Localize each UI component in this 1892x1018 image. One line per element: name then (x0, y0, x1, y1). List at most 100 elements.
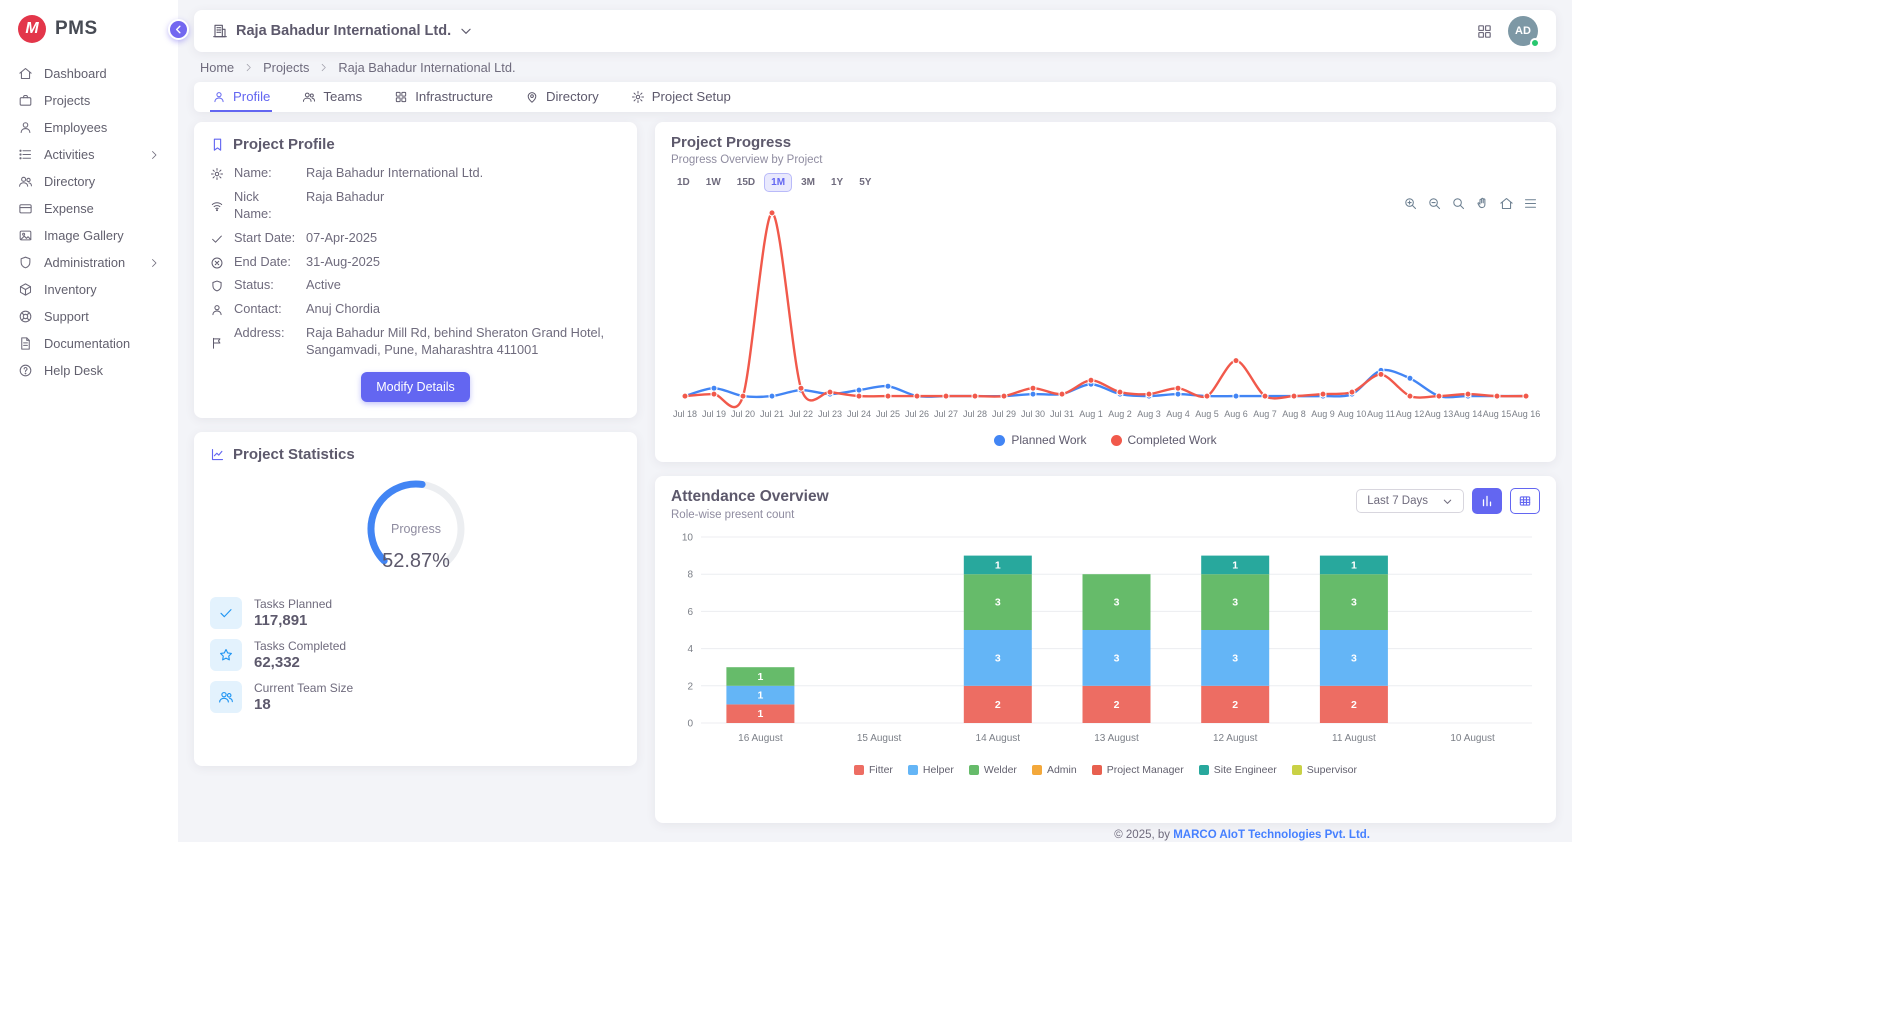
grid-icon (394, 90, 408, 104)
footer-link[interactable]: MARCO AIoT Technologies Pvt. Ltd. (1173, 829, 1370, 841)
svg-text:Jul 19: Jul 19 (702, 409, 726, 419)
field-value: 31-Aug-2025 (306, 254, 621, 271)
progress-legend: Planned Work Completed Work (671, 433, 1540, 447)
bar-chart-icon (1480, 494, 1494, 508)
breadcrumb-item-home[interactable]: Home (200, 60, 234, 75)
range-button-1m[interactable]: 1M (765, 174, 791, 191)
legend-site-engineer[interactable]: Site Engineer (1199, 764, 1277, 776)
zoom-out-icon (1427, 196, 1442, 211)
stat-tasks-planned: Tasks Planned117,891 (210, 597, 621, 629)
sidebar-item-image-gallery[interactable]: Image Gallery (0, 222, 178, 249)
range-button-3m[interactable]: 3M (795, 174, 821, 191)
svg-text:2: 2 (1232, 699, 1238, 711)
svg-text:Aug 8: Aug 8 (1282, 409, 1306, 419)
svg-text:Jul 22: Jul 22 (789, 409, 813, 419)
range-button-15d[interactable]: 15D (731, 174, 761, 191)
range-button-1w[interactable]: 1W (700, 174, 727, 191)
project-selector[interactable]: Raja Bahadur International Ltd. (212, 23, 473, 39)
svg-text:11 August: 11 August (1332, 733, 1376, 744)
apps-grid-button[interactable] (1476, 23, 1493, 40)
pan-icon (1475, 196, 1490, 211)
legend-supervisor[interactable]: Supervisor (1292, 764, 1357, 776)
pan-button[interactable] (1475, 196, 1490, 211)
svg-text:Aug 10: Aug 10 (1338, 409, 1367, 419)
table-view-toggle[interactable] (1510, 488, 1540, 514)
svg-text:2: 2 (1351, 699, 1357, 711)
sidebar-item-support[interactable]: Support (0, 303, 178, 330)
legend-welder[interactable]: Welder (969, 764, 1017, 776)
sidebar-item-label: Dashboard (44, 66, 107, 81)
map-pin-icon (525, 90, 539, 104)
right-column: Project Progress Progress Overview by Pr… (655, 122, 1556, 823)
field-value: Raja Bahadur Mill Rd, behind Sheraton Gr… (306, 325, 621, 359)
sidebar-item-expense[interactable]: Expense (0, 195, 178, 222)
progress-card-subtitle: Progress Overview by Project (671, 154, 1540, 166)
field-label: Status: (234, 277, 296, 294)
project-statistics-card: Project Statistics Progress52.87% Tasks … (194, 432, 637, 766)
header-actions: AD (1476, 16, 1538, 46)
menu-button[interactable] (1523, 196, 1538, 211)
sidebar-item-label: Documentation (44, 336, 130, 351)
svg-text:3: 3 (1232, 597, 1238, 609)
logo-letter: M (25, 20, 38, 38)
sidebar-collapse-button[interactable] (168, 19, 189, 40)
sidebar-item-help-desk[interactable]: Help Desk (0, 357, 178, 384)
project-progress-card: Project Progress Progress Overview by Pr… (655, 122, 1556, 462)
modify-details-button[interactable]: Modify Details (361, 372, 470, 402)
field-value: Raja Bahadur (306, 189, 621, 223)
breadcrumb-item-projects[interactable]: Projects (263, 60, 309, 75)
legend-helper[interactable]: Helper (908, 764, 954, 776)
legend-project-manager[interactable]: Project Manager (1092, 764, 1184, 776)
star-icon (218, 647, 234, 663)
range-button-1d[interactable]: 1D (671, 174, 696, 191)
svg-text:Progress: Progress (390, 522, 440, 536)
svg-text:6: 6 (687, 607, 693, 618)
logo-text: PMS (55, 18, 98, 40)
zoom-out-button[interactable] (1427, 196, 1442, 211)
breadcrumb-separator (318, 62, 329, 73)
sidebar-item-projects[interactable]: Projects (0, 87, 178, 114)
tab-project-setup[interactable]: Project Setup (629, 89, 733, 112)
progress-line-chart[interactable]: Jul 18Jul 19Jul 20Jul 21Jul 22Jul 23Jul … (671, 191, 1540, 428)
sidebar-item-directory[interactable]: Directory (0, 168, 178, 195)
legend-planned-work[interactable]: Planned Work (994, 433, 1086, 447)
home-button[interactable] (1499, 196, 1514, 211)
profile-field-end-date: End Date:31-Aug-2025 (210, 254, 621, 271)
legend-label: Fitter (869, 764, 893, 776)
tab-profile[interactable]: Profile (210, 89, 272, 112)
profile-field-nick-name: Nick Name:Raja Bahadur (210, 189, 621, 223)
shield-icon (18, 255, 33, 270)
attendance-bar-chart[interactable]: 024681011116 August15 August233114 Augus… (671, 529, 1540, 753)
svg-text:14 August: 14 August (976, 733, 1021, 744)
range-button-5y[interactable]: 5Y (853, 174, 877, 191)
svg-text:Jul 20: Jul 20 (731, 409, 755, 419)
chart-view-toggle[interactable] (1472, 488, 1502, 514)
tab-directory[interactable]: Directory (523, 89, 601, 112)
zoom-selection-button[interactable] (1451, 196, 1466, 211)
sidebar-item-label: Projects (44, 93, 90, 108)
sidebar-item-documentation[interactable]: Documentation (0, 330, 178, 357)
legend-fitter[interactable]: Fitter (854, 764, 893, 776)
tab-teams[interactable]: Teams (300, 89, 364, 112)
sidebar: M PMS Dashboard Projects EmployeesActiviti… (0, 0, 178, 840)
sidebar-item-inventory[interactable]: Inventory (0, 276, 178, 303)
zoom-in-button[interactable] (1403, 196, 1418, 211)
sidebar-menu: Dashboard Projects EmployeesActivitiesDire… (0, 56, 178, 388)
sidebar-item-dashboard[interactable]: Dashboard (0, 60, 178, 87)
tab-infrastructure[interactable]: Infrastructure (392, 89, 495, 112)
range-button-1y[interactable]: 1Y (825, 174, 849, 191)
days-filter-select[interactable]: Last 7 Days (1356, 489, 1464, 513)
user-avatar[interactable]: AD (1508, 16, 1538, 46)
credit-card-icon (18, 201, 33, 216)
flag-icon (210, 326, 224, 359)
legend-dot (1111, 435, 1122, 446)
sidebar-item-employees[interactable]: Employees (0, 114, 178, 141)
svg-text:Jul 29: Jul 29 (992, 409, 1016, 419)
sidebar-item-administration[interactable]: Administration (0, 249, 178, 276)
sidebar-item-activities[interactable]: Activities (0, 141, 178, 168)
legend-completed-work[interactable]: Completed Work (1111, 433, 1217, 447)
chevron-right-icon (243, 62, 254, 73)
attendance-card: Attendance Overview Role-wise present co… (655, 476, 1556, 823)
svg-text:3: 3 (1232, 652, 1238, 664)
legend-admin[interactable]: Admin (1032, 764, 1077, 776)
